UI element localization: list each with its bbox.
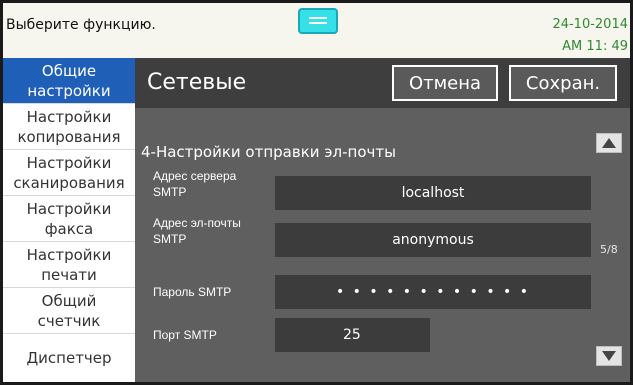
label-line: SMTP bbox=[153, 185, 187, 199]
scroll-up-button[interactable] bbox=[596, 133, 622, 153]
label-line: SMTP bbox=[153, 232, 187, 246]
sidebar-item-label: Настройки bbox=[26, 153, 112, 172]
scroll-down-button[interactable] bbox=[596, 346, 622, 366]
smtp-server-field[interactable]: localhost bbox=[275, 176, 591, 210]
status-time: AM 11: 49 bbox=[562, 39, 628, 54]
sidebar-item-manager[interactable]: Диспетчер bbox=[3, 334, 135, 382]
settings-panel: Сетевые Отмена Сохран. 4-Настройки отпра… bbox=[135, 58, 630, 382]
sidebar-item-label: Настройки bbox=[26, 199, 112, 218]
sidebar-item-general[interactable]: Общие настройки bbox=[3, 58, 135, 104]
sidebar-item-label: факса bbox=[44, 219, 94, 238]
page-indicator: 5/8 bbox=[600, 243, 618, 256]
smtp-port-field[interactable]: 25 bbox=[275, 318, 430, 352]
smtp-email-label: Адрес эл-почты SMTP bbox=[153, 215, 241, 247]
status-bar: Выберите функцию. 24-10-2014 AM 11: 49 bbox=[3, 3, 630, 58]
smtp-port-label: Порт SMTP bbox=[153, 328, 217, 342]
status-prompt: Выберите функцию. bbox=[6, 17, 156, 33]
sidebar-item-label: Общие bbox=[41, 61, 97, 80]
smtp-password-field[interactable]: • • • • • • • • • • • • bbox=[275, 275, 591, 309]
sidebar-item-print[interactable]: Настройки печати bbox=[3, 242, 135, 288]
status-date: 24-10-2014 bbox=[552, 17, 628, 32]
sidebar-item-copy[interactable]: Настройки копирования bbox=[3, 104, 135, 150]
smtp-server-label: Адрес сервера SMTP bbox=[153, 168, 236, 200]
sidebar-item-label: печати bbox=[41, 265, 97, 284]
sidebar-item-counter[interactable]: Общий счетчик bbox=[3, 288, 135, 334]
save-button[interactable]: Сохран. bbox=[509, 65, 617, 101]
smtp-email-field[interactable]: anonymous bbox=[275, 223, 591, 257]
handle-grip-line bbox=[309, 17, 327, 19]
sidebar-item-label: копирования bbox=[17, 127, 121, 146]
sidebar-item-label: Диспетчер bbox=[26, 349, 112, 367]
label-line: Адрес эл-почты bbox=[153, 216, 241, 230]
sidebar-item-label: Общий bbox=[41, 291, 97, 310]
sidebar-item-label: Настройки bbox=[26, 245, 112, 264]
pull-down-handle[interactable] bbox=[298, 8, 338, 34]
panel-header: Сетевые Отмена Сохран. bbox=[135, 58, 630, 108]
label-line: Адрес сервера bbox=[153, 169, 237, 183]
sidebar-item-label: настройки bbox=[27, 81, 111, 100]
section-title: 4-Настройки отправки эл-почты bbox=[141, 143, 396, 161]
sidebar-item-label: сканирования bbox=[13, 173, 125, 192]
sidebar-item-label: Настройки bbox=[26, 107, 112, 126]
sidebar-item-label: счетчик bbox=[37, 311, 101, 330]
page-title: Сетевые bbox=[147, 70, 247, 95]
triangle-down-icon bbox=[602, 351, 616, 361]
triangle-up-icon bbox=[602, 138, 616, 148]
handle-grip-line bbox=[309, 22, 327, 24]
sidebar-item-fax[interactable]: Настройки факса bbox=[3, 196, 135, 242]
smtp-password-label: Пароль SMTP bbox=[153, 285, 232, 299]
sidebar: Общие настройки Настройки копирования На… bbox=[3, 58, 135, 382]
sidebar-item-scan[interactable]: Настройки сканирования bbox=[3, 150, 135, 196]
cancel-button[interactable]: Отмена bbox=[392, 65, 498, 101]
